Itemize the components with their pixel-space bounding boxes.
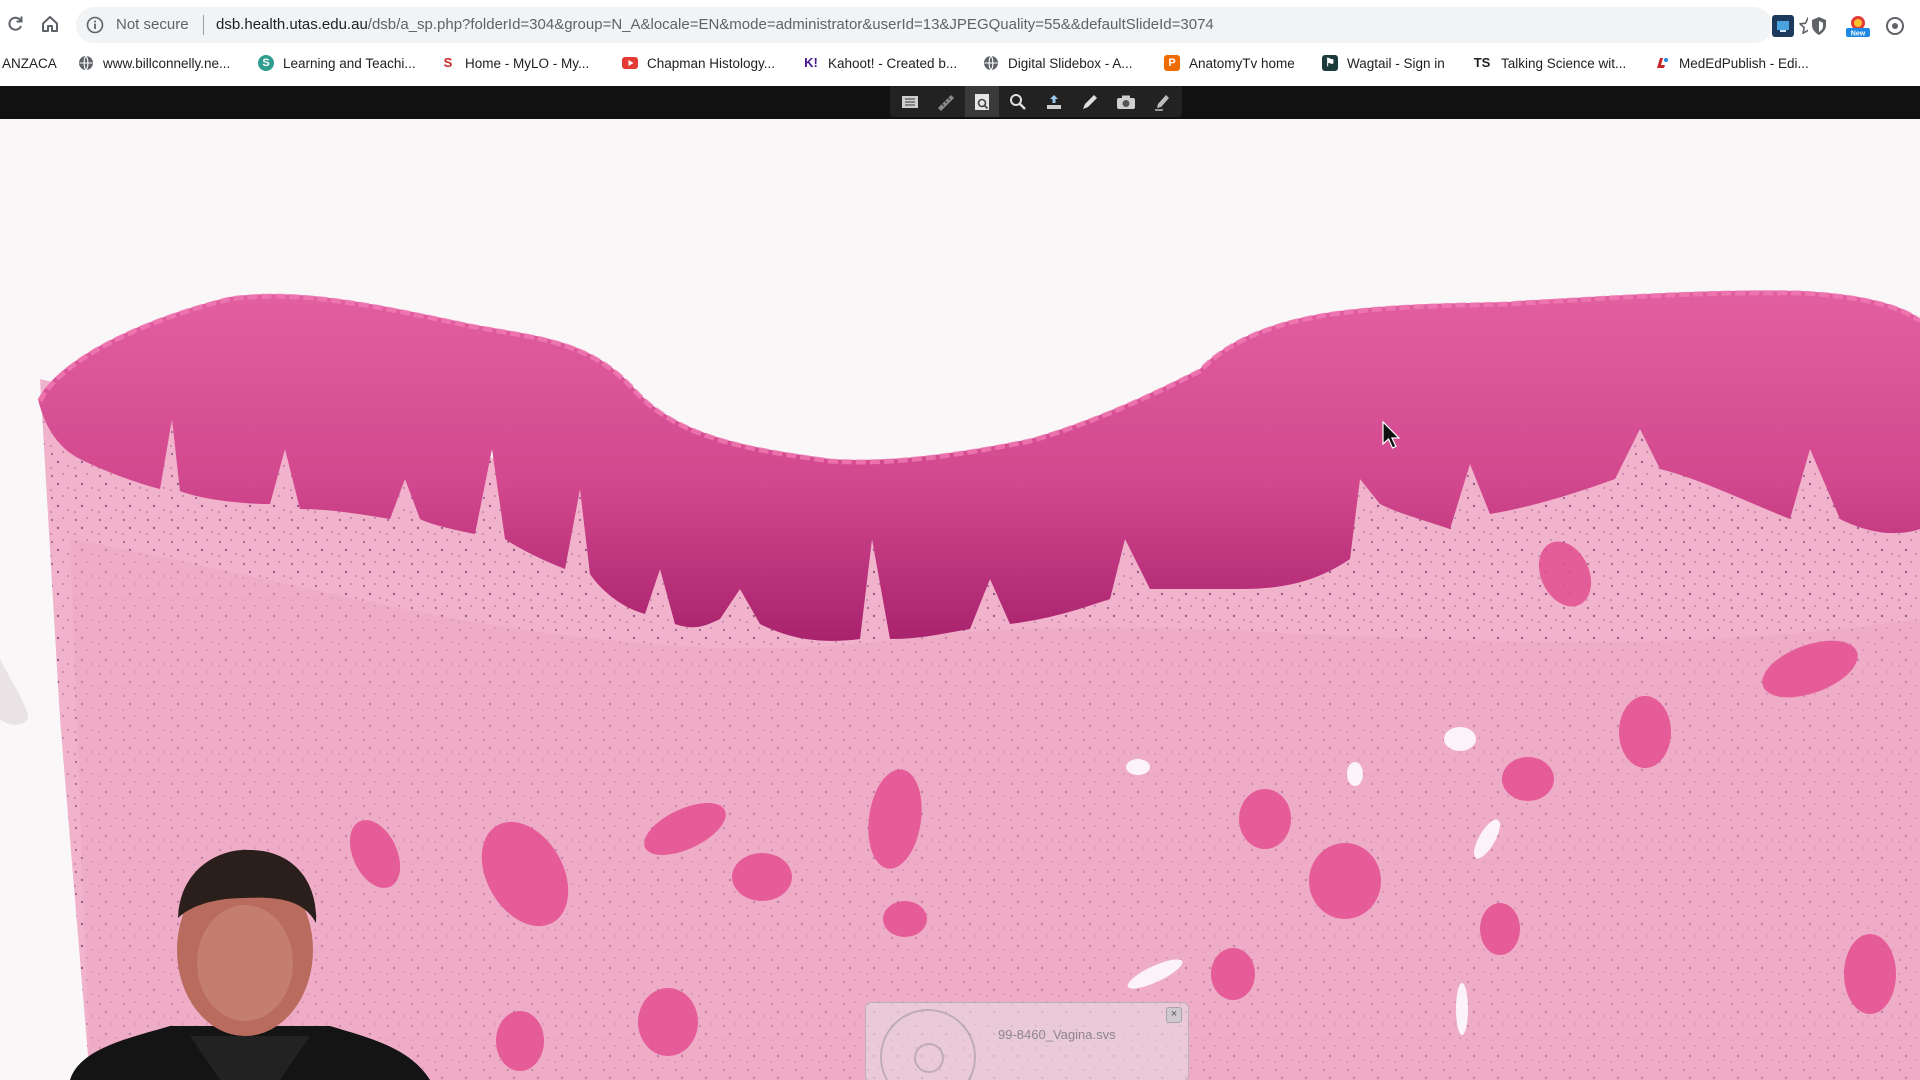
- navigator-dial-icon[interactable]: [880, 1009, 976, 1080]
- home-button[interactable]: [37, 11, 63, 37]
- bookmark-label: AnatomyTv home: [1189, 55, 1295, 71]
- globe-icon: [984, 55, 998, 71]
- svg-text:New: New: [1851, 31, 1866, 38]
- bookmarks-bar: ANZACA www.billconnelly.ne... S Learning…: [0, 48, 1920, 78]
- bookmark-label: MedEdPublish - Edi...: [1679, 55, 1809, 71]
- bookmark-billconnelly[interactable]: www.billconnelly.ne...: [78, 52, 230, 74]
- bookmark-label: Home - MyLO - My...: [465, 55, 590, 71]
- address-bar[interactable]: Not secure dsb.health.utas.edu.au/dsb/a_…: [76, 7, 1817, 43]
- mouse-cursor-icon: [1382, 420, 1401, 449]
- extension-shield-icon[interactable]: [1808, 15, 1830, 37]
- reload-button[interactable]: [2, 11, 28, 37]
- youtube-icon: [622, 57, 638, 69]
- viewer-toolbar: [890, 86, 1182, 117]
- bookmark-label: Chapman Histology...: [647, 55, 776, 71]
- omnibox-divider: [203, 15, 204, 35]
- edit-pencil-button[interactable]: [1145, 86, 1179, 117]
- pen-icon: [1083, 94, 1097, 109]
- mededpublish-icon: [1657, 58, 1668, 68]
- bookmark-label: www.billconnelly.ne...: [103, 55, 231, 71]
- globe-icon: [79, 55, 93, 71]
- url-path: /dsb/a_sp.php?folderId=304&group=N_A&loc…: [367, 16, 1214, 33]
- bookmark-talking-science[interactable]: TS Talking Science wit...: [1472, 52, 1626, 74]
- zoom-button[interactable]: [1001, 86, 1035, 117]
- bookmark-mylo[interactable]: S Home - MyLO - My...: [440, 52, 589, 74]
- slide-filename: 99-8460_Vagina.svs: [998, 1027, 1116, 1042]
- ruler-button[interactable]: [929, 86, 963, 117]
- bookmark-chapman-histology[interactable]: Chapman Histology...: [622, 52, 775, 74]
- magnifier-icon: [1010, 93, 1026, 110]
- slide-list-icon: [902, 95, 918, 108]
- bookmark-digital-slidebox[interactable]: Digital Slidebox - A...: [983, 52, 1133, 74]
- navigator-close-button[interactable]: ×: [1166, 1007, 1182, 1023]
- reload-icon: [8, 16, 23, 31]
- screenshot-button[interactable]: [1109, 86, 1143, 117]
- browser-chrome: Not secure dsb.health.utas.edu.au/dsb/a_…: [0, 0, 1920, 86]
- ts-icon: TS: [1472, 55, 1492, 71]
- viewer-top-bar: [0, 86, 1920, 119]
- url-host: dsb.health.utas.edu.au: [216, 16, 368, 33]
- bookmark-wagtail[interactable]: ⚑ Wagtail - Sign in: [1322, 52, 1445, 74]
- mylo-icon: S: [440, 55, 456, 71]
- slide-navigator-thumbnail[interactable]: 99-8460_Vagina.svs ×: [865, 1002, 1189, 1080]
- upload-button[interactable]: [1037, 86, 1071, 117]
- url-text[interactable]: dsb.health.utas.edu.au/dsb/a_sp.php?fold…: [216, 16, 1214, 34]
- home-icon: [42, 16, 58, 32]
- camera-icon: [1117, 95, 1135, 109]
- bookmark-anatomytv[interactable]: P AnatomyTv home: [1164, 52, 1295, 74]
- bookmark-label: Learning and Teachi...: [283, 55, 416, 71]
- bookmark-learning-teaching[interactable]: S Learning and Teachi...: [258, 52, 416, 74]
- slide-info-icon: [975, 93, 989, 110]
- slide-list-button[interactable]: [893, 86, 927, 117]
- ruler-icon: [938, 94, 954, 111]
- security-label[interactable]: Not secure: [116, 16, 189, 34]
- upload-icon: [1047, 94, 1061, 109]
- bookmark-label: Digital Slidebox - A...: [1008, 55, 1133, 71]
- kahoot-icon: K!: [803, 55, 819, 71]
- bookmark-label: Wagtail - Sign in: [1347, 55, 1445, 71]
- bookmark-label: Kahoot! - Created b...: [828, 55, 958, 71]
- bookmark-label: Talking Science wit...: [1501, 55, 1627, 71]
- info-icon[interactable]: [86, 16, 104, 34]
- bookmark-kahoot[interactable]: K! Kahoot! - Created b...: [803, 52, 957, 74]
- bookmark-mededpublish[interactable]: MedEdPublish - Edi...: [1654, 52, 1809, 74]
- presenter-webcam-overlay: [70, 849, 430, 1080]
- slide-info-button[interactable]: [965, 86, 999, 117]
- teams-icon: S: [258, 55, 274, 71]
- wagtail-icon: ⚑: [1322, 55, 1338, 71]
- extensions-puzzle-icon[interactable]: [1884, 15, 1906, 37]
- bookmark-anzaca[interactable]: ANZACA: [2, 52, 57, 74]
- address-row: Not secure dsb.health.utas.edu.au/dsb/a_…: [0, 4, 1920, 46]
- pencil-icon: [1155, 94, 1169, 111]
- annotate-pen-button[interactable]: [1073, 86, 1107, 117]
- bookmark-label: ANZACA: [2, 55, 57, 71]
- anatomytv-icon: P: [1164, 55, 1180, 71]
- extension-screencast-icon[interactable]: [1772, 15, 1794, 37]
- extension-new-icon[interactable]: New: [1845, 15, 1871, 38]
